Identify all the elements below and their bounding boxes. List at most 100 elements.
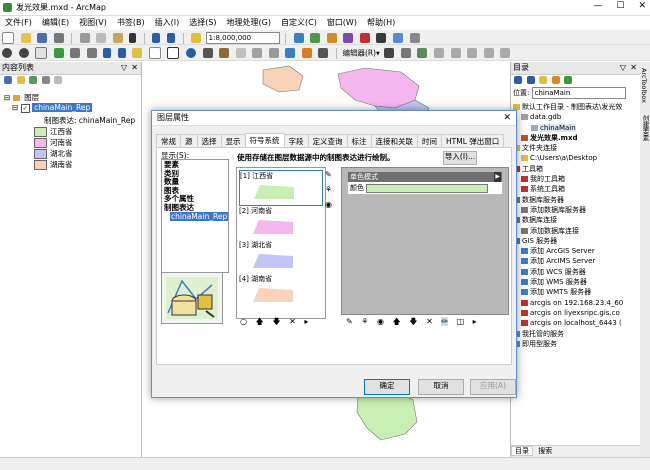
side-tab-arctoolbox[interactable]: ArcToolbox xyxy=(640,68,648,103)
connect-folder-icon[interactable] xyxy=(551,76,560,84)
forward-icon[interactable] xyxy=(526,76,535,84)
tab-labels[interactable]: 标注 xyxy=(346,134,372,148)
minimize-icon[interactable]: — xyxy=(593,1,602,11)
edit-annotation-icon[interactable] xyxy=(400,48,411,58)
html-popup-icon[interactable] xyxy=(252,48,263,58)
tab-symbology[interactable]: 符号系统 xyxy=(244,133,285,148)
menu-windows[interactable]: 窗口(W) xyxy=(322,16,362,29)
menu-customize[interactable]: 自定义(C) xyxy=(276,16,322,29)
catalog-tree-item[interactable]: 我的工具箱 xyxy=(513,174,641,184)
select-elements-icon[interactable] xyxy=(167,47,180,59)
back-extent-icon[interactable] xyxy=(103,48,112,58)
clear-selection-icon[interactable] xyxy=(148,47,161,59)
catalog-tree-item[interactable]: arcgis on liyexsripc.gis.co xyxy=(513,308,641,318)
collapse-icon[interactable]: ⊟ xyxy=(4,93,10,102)
catalog-tree-item[interactable]: 添加 WCS 服务器 xyxy=(513,267,641,277)
catalog-tree-item[interactable]: GIS 服务器 xyxy=(513,236,641,246)
catalog-tree-item[interactable]: 添加 WMTS 服务器 xyxy=(513,287,641,297)
menu-file[interactable]: 文件(F) xyxy=(0,16,37,29)
catalog-tree-item[interactable]: 添加数据库连接 xyxy=(513,226,641,236)
rule-options-icon[interactable]: ▸ xyxy=(304,317,308,326)
back-icon[interactable] xyxy=(514,76,522,84)
layer-name[interactable]: chinaMain_Rep xyxy=(32,103,93,112)
move-up-icon[interactable]: 🡅 xyxy=(393,316,401,330)
tab-general[interactable]: 常规 xyxy=(156,134,181,148)
attributes-icon[interactable] xyxy=(483,48,494,58)
menu-bookmarks[interactable]: 书签(B) xyxy=(112,16,150,29)
identify-icon[interactable] xyxy=(186,48,197,58)
tab-joins-relates[interactable]: 连接和关联 xyxy=(370,134,418,148)
toggle-visibility-icon[interactable]: ◫ xyxy=(457,317,465,326)
menu-edit[interactable]: 编辑(E) xyxy=(37,16,74,29)
python-icon[interactable] xyxy=(376,33,387,43)
select-features-icon[interactable] xyxy=(132,48,143,58)
catalog-tree-item[interactable]: 添加数据库服务器 xyxy=(513,205,641,215)
straight-segment-icon[interactable] xyxy=(417,48,428,58)
delete-layer-icon[interactable]: ✕ xyxy=(426,317,433,326)
geometric-effect-icon[interactable]: ✏ xyxy=(441,317,449,326)
show-child-item[interactable]: chinaMain_Rep xyxy=(164,211,229,222)
home-icon[interactable] xyxy=(539,76,548,84)
redo-icon[interactable] xyxy=(167,33,176,43)
rule-item[interactable]: [2] 河南省 xyxy=(239,206,323,240)
add-data-icon[interactable] xyxy=(191,33,202,43)
catalog-tree-item[interactable]: 即用型服务 xyxy=(513,339,641,349)
delete-rule-icon[interactable]: ✕ xyxy=(289,317,296,326)
time-slider-icon[interactable] xyxy=(268,48,279,58)
rule-item[interactable]: [4] 湖南省 xyxy=(239,274,323,308)
catalog-tree-item[interactable]: 我托管的服务 xyxy=(513,329,641,339)
catalog-tree-item[interactable]: 数据库服务器 xyxy=(513,195,641,205)
location-input[interactable]: chinaMain xyxy=(531,87,626,99)
catalog-tree-item[interactable]: arcgis on 192.168.23.4_60 xyxy=(513,298,641,308)
import-button[interactable]: 导入(I)... xyxy=(443,151,477,165)
menu-insert[interactable]: 插入(I) xyxy=(150,16,185,29)
close-icon[interactable]: ✕ xyxy=(131,62,138,74)
menu-view[interactable]: 视图(V) xyxy=(74,16,112,29)
tab-catalog[interactable]: 目录 xyxy=(511,446,533,456)
stroke-layer-icon[interactable]: ✎ xyxy=(325,170,337,179)
rule-item[interactable]: [3] 湖北省 xyxy=(239,240,323,274)
sketch-tool-icon[interactable] xyxy=(434,48,444,58)
fill-layer-icon[interactable]: ◉ xyxy=(325,200,337,209)
pan-icon[interactable] xyxy=(35,47,48,59)
apply-button[interactable]: 应用(A) xyxy=(470,379,516,395)
pin-icon[interactable]: ▽ xyxy=(620,62,626,74)
list-by-drawing-order-icon[interactable] xyxy=(4,76,12,84)
search-window-icon[interactable] xyxy=(343,33,354,43)
editor-menu-button[interactable]: 编辑器(R)▾ xyxy=(342,49,379,58)
rotate-tool-icon[interactable] xyxy=(467,48,478,58)
edit-tool-icon[interactable] xyxy=(384,48,395,58)
add-marker-icon[interactable]: ⚘ xyxy=(361,317,368,326)
move-down-icon[interactable]: 🡇 xyxy=(272,316,280,330)
side-tab-create-features[interactable]: 创建要素 xyxy=(640,115,650,141)
tab-selection[interactable]: 选择 xyxy=(196,134,222,148)
catalog-tree-item[interactable]: 工具箱 xyxy=(513,164,641,174)
measure-icon[interactable] xyxy=(219,48,230,58)
layer-options-icon[interactable]: ▸ xyxy=(473,317,477,326)
catalog-tree-item[interactable]: 数据库连接 xyxy=(513,215,641,225)
rule-item[interactable]: [1] 江西省 xyxy=(239,170,323,206)
toggle-contents-icon[interactable] xyxy=(564,76,573,84)
layer-visibility-checkbox[interactable]: ✓ xyxy=(20,103,30,113)
catalog-tree-item[interactable]: chinaMain xyxy=(513,123,641,133)
go-to-xy-icon[interactable] xyxy=(301,48,312,58)
tab-definition-query[interactable]: 定义查询 xyxy=(307,134,348,148)
layers-group[interactable]: ⊟ 图层 xyxy=(4,92,39,103)
catalog-tree-item[interactable]: 发光效果.mxd xyxy=(513,133,641,143)
zoom-in-icon[interactable] xyxy=(2,48,12,58)
close-icon[interactable]: ✕ xyxy=(630,62,637,74)
menu-help[interactable]: 帮助(H) xyxy=(362,16,400,29)
find-icon[interactable] xyxy=(202,48,213,58)
catalog-tree-item[interactable]: 系统工具箱 xyxy=(513,184,641,194)
cut-icon[interactable] xyxy=(79,33,90,43)
new-document-icon[interactable] xyxy=(2,32,14,44)
save-icon[interactable] xyxy=(37,33,48,43)
scale-input[interactable]: 1:8,000,000 xyxy=(205,32,280,44)
hyperlink-icon[interactable] xyxy=(235,48,246,58)
fixed-zoom-in-icon[interactable] xyxy=(70,48,81,58)
table-of-contents-icon[interactable] xyxy=(310,33,321,43)
layer-row[interactable]: ⊟ ✓ chinaMain_Rep xyxy=(12,103,93,113)
fixed-zoom-out-icon[interactable] xyxy=(86,48,97,58)
catalog-tree-item[interactable]: 添加 ArcIMS Server xyxy=(513,256,641,266)
split-tool-icon[interactable] xyxy=(450,48,461,58)
